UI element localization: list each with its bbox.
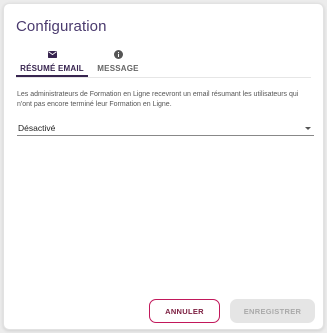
- tab-message[interactable]: MESSAGE: [94, 44, 142, 77]
- tab-resume-email-label: RÉSUMÉ EMAIL: [20, 64, 84, 73]
- tab-resume-email[interactable]: RÉSUMÉ EMAIL: [16, 44, 88, 77]
- tab-divider: [16, 77, 311, 78]
- dialog-title: Configuration: [16, 18, 107, 35]
- select-value: Désactivé: [18, 123, 56, 133]
- email-frequency-select[interactable]: Désactivé: [17, 120, 314, 136]
- mail-icon: [45, 48, 59, 60]
- cancel-button[interactable]: ANNULER: [149, 299, 220, 323]
- chevron-down-icon: [305, 127, 311, 130]
- configuration-dialog: Configuration RÉSUMÉ EMAIL MESSAGE Les a…: [3, 3, 324, 330]
- tab-bar: RÉSUMÉ EMAIL MESSAGE: [16, 44, 142, 77]
- description-text: Les administrateurs de Formation en Lign…: [17, 91, 299, 108]
- save-button[interactable]: ENREGISTRER: [230, 299, 315, 323]
- info-icon: [111, 48, 125, 60]
- tab-message-label: MESSAGE: [97, 64, 139, 73]
